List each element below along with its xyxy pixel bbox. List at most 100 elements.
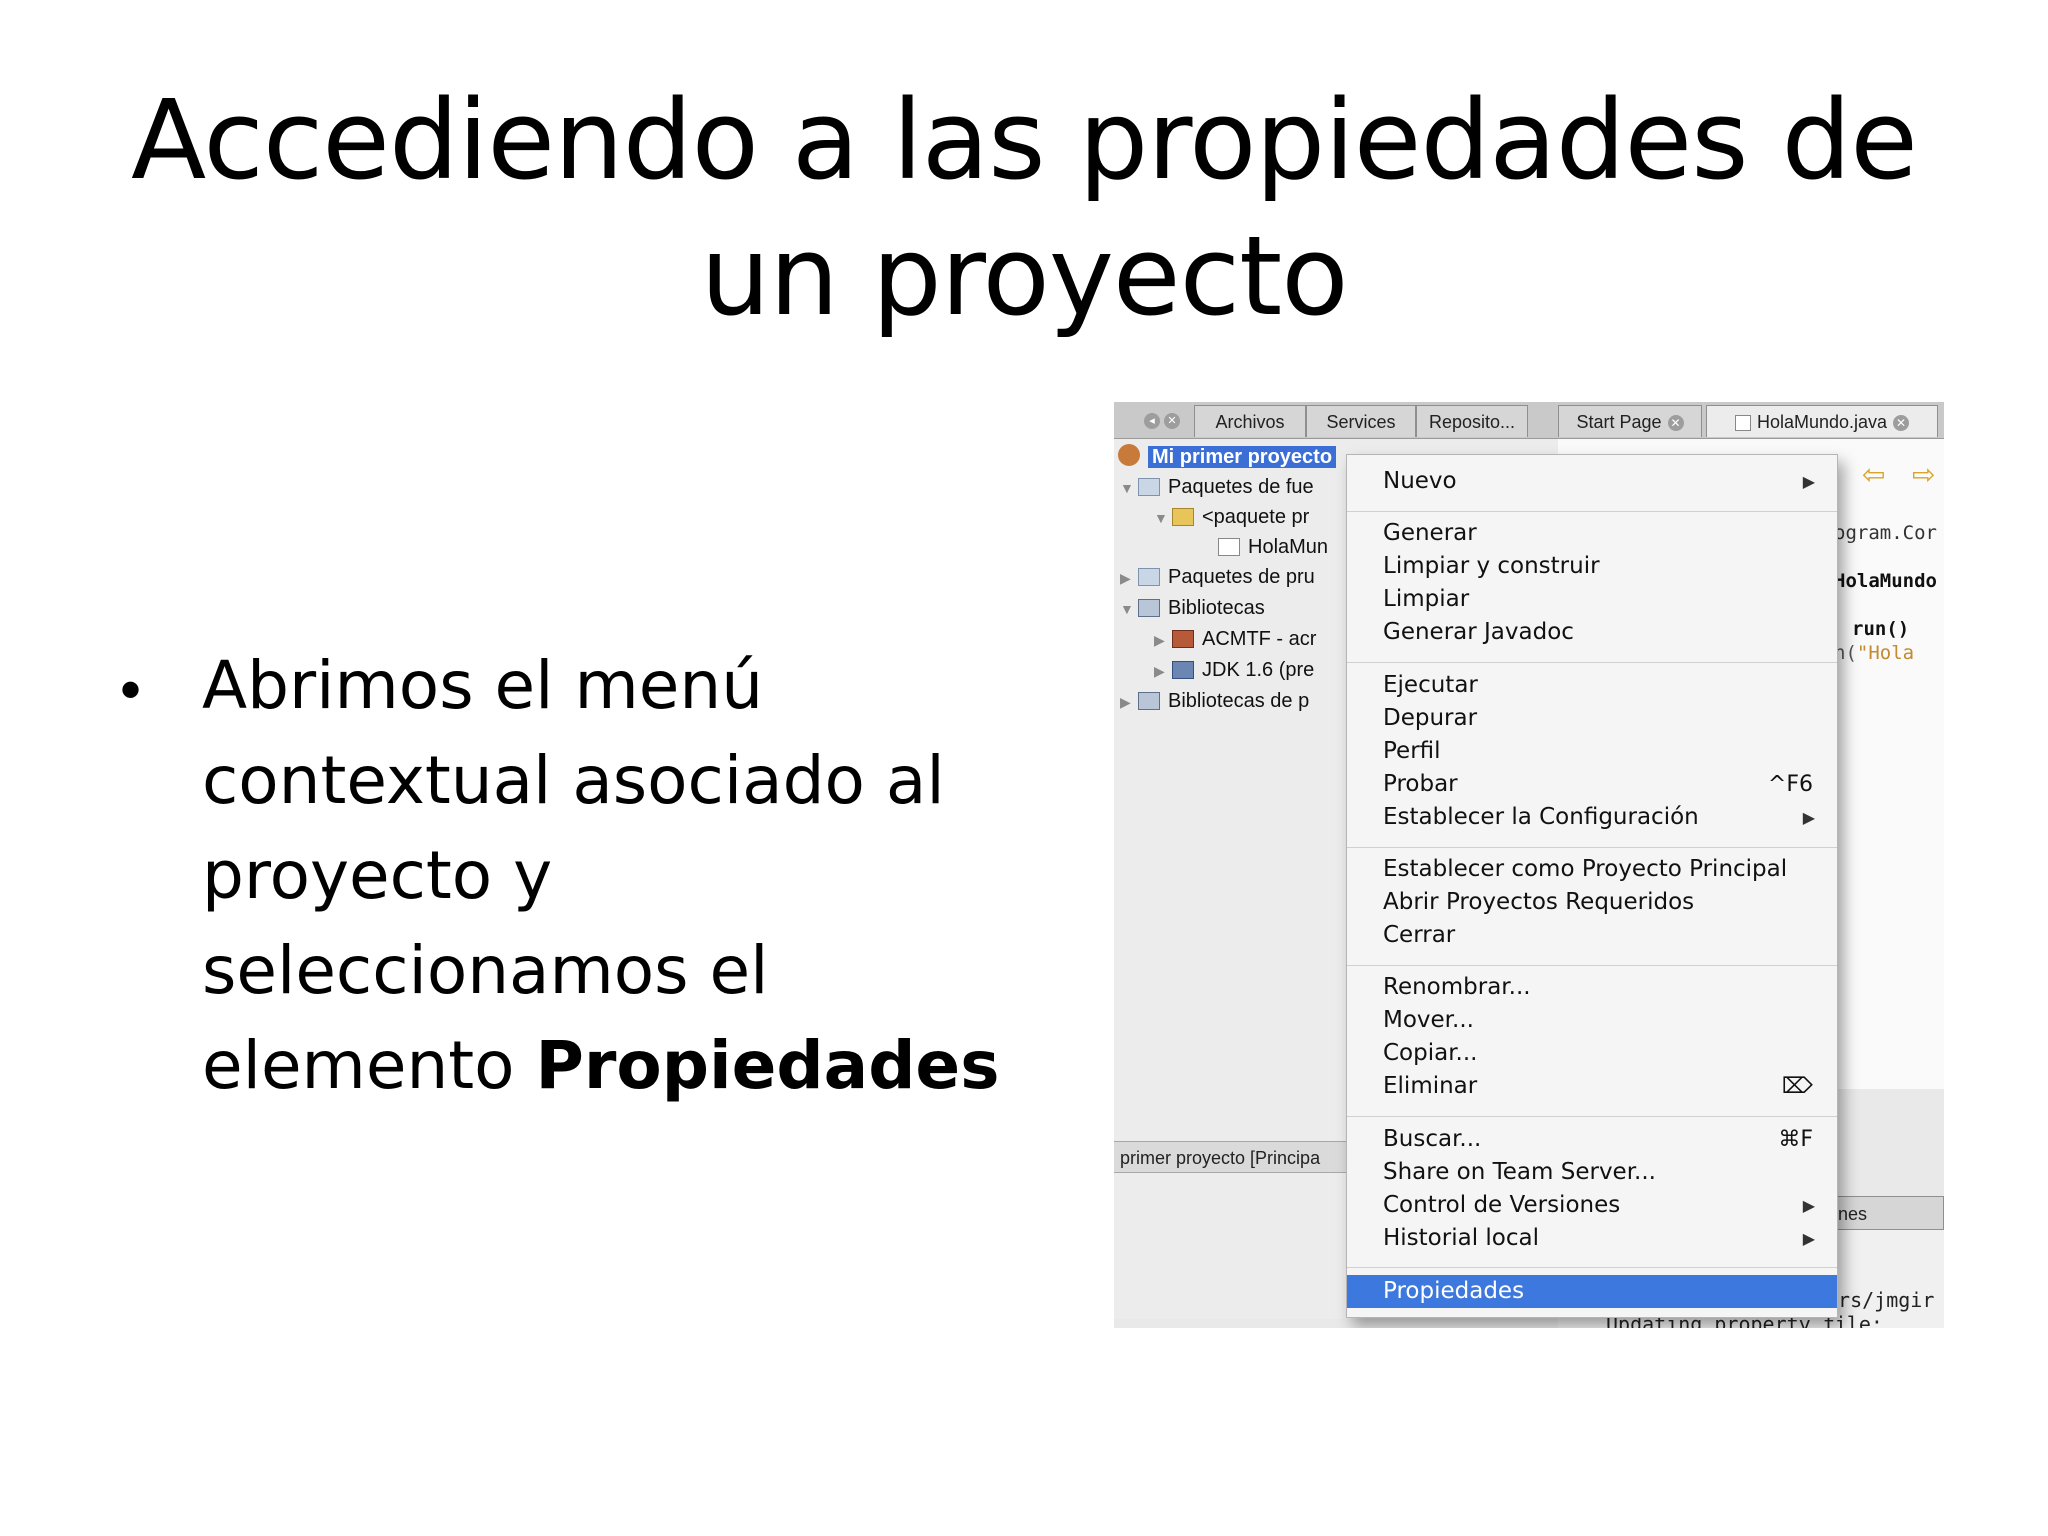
library-icon — [1138, 692, 1160, 710]
slide-title: Accediendo a las propiedades de un proye… — [131, 76, 1918, 340]
package-icon — [1172, 508, 1194, 526]
java-file-icon — [1734, 415, 1751, 431]
tree-item-label: Bibliotecas — [1168, 597, 1265, 619]
code-line: HolaMundo — [1834, 570, 1937, 592]
menu-item-label: Buscar... — [1383, 1126, 1482, 1152]
collapsed-arrow-icon[interactable]: ▶ — [1154, 626, 1172, 654]
code-text: HolaMundo — [1834, 570, 1937, 592]
menu-item-ejecutar[interactable]: Ejecutar — [1347, 669, 1837, 702]
tree-item-libraries[interactable]: ▼ Bibliotecas — [1120, 594, 1265, 622]
menu-item-nuevo[interactable]: Nuevo ▶ — [1347, 465, 1837, 498]
tab-close-icon[interactable]: ✕ — [1164, 413, 1180, 429]
tree-item-label: Mi primer proyecto — [1148, 446, 1337, 468]
tree-item-source-packages[interactable]: ▼ Paquetes de fue — [1120, 473, 1314, 501]
menu-item-buscar[interactable]: Buscar... ⌘F — [1347, 1123, 1837, 1156]
submenu-arrow-icon: ▶ — [1802, 1196, 1815, 1215]
tree-item-test-packages[interactable]: ▶ Paquetes de pru — [1120, 563, 1315, 591]
menu-item-generar[interactable]: Generar — [1347, 517, 1837, 550]
menu-item-label: Eliminar — [1383, 1073, 1478, 1099]
tab-start-page-label: Start Page — [1576, 412, 1662, 432]
menu-separator — [1347, 847, 1837, 848]
tab-start-page[interactable]: Start Page ✕ — [1558, 405, 1702, 437]
tree-item-project[interactable]: Mi primer proyecto — [1118, 443, 1337, 471]
menu-item-control-versiones[interactable]: Control de Versiones ▶ — [1347, 1189, 1837, 1222]
submenu-arrow-icon: ▶ — [1802, 808, 1815, 827]
bullet-dot-icon: • — [120, 656, 142, 723]
menu-item-configuracion[interactable]: Establecer la Configuración ▶ — [1347, 801, 1837, 834]
folder-icon — [1138, 568, 1160, 586]
menu-separator — [1347, 965, 1837, 966]
context-menu: Nuevo ▶ Generar Limpiar y construir Limpi… — [1346, 454, 1838, 1318]
code-line: n("Hola — [1834, 642, 1914, 664]
menu-separator — [1347, 1116, 1837, 1117]
output-line: ers/jmgir — [1826, 1288, 1935, 1312]
tab-holamundo-label: HolaMundo.java — [1756, 412, 1888, 432]
tab-repository[interactable]: Reposito... — [1416, 405, 1528, 437]
menu-item-mover[interactable]: Mover... — [1347, 1004, 1837, 1037]
tab-scroll-icon[interactable]: ◂ — [1144, 413, 1160, 429]
collapsed-arrow-icon[interactable]: ▶ — [1154, 657, 1172, 685]
code-text: ogram.Cor — [1834, 522, 1937, 544]
tree-item-jdk[interactable]: ▶ JDK 1.6 (pre — [1154, 656, 1314, 684]
menu-item-share[interactable]: Share on Team Server... — [1347, 1156, 1837, 1189]
tree-item-acmtf[interactable]: ▶ ACMTF - acr — [1154, 625, 1316, 653]
tree-item-label: JDK 1.6 (pre — [1202, 659, 1315, 681]
menu-item-label: Control de Versiones — [1383, 1192, 1621, 1218]
menu-item-propiedades[interactable]: Propiedades — [1347, 1275, 1837, 1308]
menu-item-perfil[interactable]: Perfil — [1347, 735, 1837, 768]
java-project-icon — [1118, 444, 1140, 466]
expanded-arrow-icon[interactable]: ▼ — [1120, 474, 1138, 502]
menu-item-label: Establecer la Configuración — [1383, 804, 1699, 830]
menu-item-limpiar[interactable]: Limpiar — [1347, 583, 1837, 616]
menu-item-limpiar-construir[interactable]: Limpiar y construir — [1347, 550, 1837, 583]
next-icon[interactable]: ⇨ — [1912, 458, 1935, 491]
code-line: ogram.Cor — [1834, 522, 1937, 544]
tree-item-holamundo[interactable]: HolaMun — [1218, 533, 1328, 561]
menu-separator — [1347, 662, 1837, 663]
tab-services[interactable]: Services — [1306, 405, 1416, 437]
menu-item-shortcut: ^F6 — [1767, 772, 1813, 797]
menu-item-label: Historial local — [1383, 1225, 1539, 1251]
collapsed-arrow-icon[interactable]: ▶ — [1120, 564, 1138, 592]
menu-item-depurar[interactable]: Depurar — [1347, 702, 1837, 735]
jdk-icon — [1172, 661, 1194, 679]
menu-item-abrir-requeridos[interactable]: Abrir Proyectos Requeridos — [1347, 886, 1837, 919]
close-icon[interactable]: ✕ — [1667, 415, 1684, 432]
menu-item-javadoc[interactable]: Generar Javadoc — [1347, 616, 1837, 649]
delete-icon: ⌦ — [1781, 1074, 1813, 1099]
menu-item-label: Probar — [1383, 771, 1458, 797]
tree-item-label: ACMTF - acr — [1202, 628, 1317, 650]
close-icon[interactable]: ✕ — [1893, 415, 1910, 432]
expanded-arrow-icon[interactable]: ▼ — [1120, 595, 1138, 623]
tree-item-default-package[interactable]: ▼ <paquete pr — [1154, 503, 1309, 531]
java-file-icon — [1218, 538, 1240, 556]
bullet-text-bold: Propiedades — [535, 1027, 1000, 1104]
menu-separator — [1347, 511, 1837, 512]
menu-item-proyecto-principal[interactable]: Establecer como Proyecto Principal — [1347, 853, 1837, 886]
tree-item-label: HolaMun — [1248, 536, 1329, 558]
tree-item-label: <paquete pr — [1202, 506, 1310, 528]
tree-item-test-libraries[interactable]: ▶ Bibliotecas de p — [1120, 687, 1309, 715]
code-line: run() — [1852, 618, 1909, 640]
menu-item-copiar[interactable]: Copiar... — [1347, 1037, 1837, 1070]
tree-item-label: Paquetes de pru — [1168, 566, 1315, 588]
submenu-arrow-icon: ▶ — [1802, 472, 1815, 491]
tree-item-label: Paquetes de fue — [1168, 476, 1314, 498]
menu-item-shortcut: ⌘F — [1778, 1127, 1813, 1152]
submenu-arrow-icon: ▶ — [1802, 1229, 1815, 1248]
menu-item-eliminar[interactable]: Eliminar ⌦ — [1347, 1070, 1837, 1103]
menu-item-cerrar[interactable]: Cerrar — [1347, 919, 1837, 952]
tab-holamundo[interactable]: HolaMundo.java ✕ — [1706, 405, 1938, 437]
library-icon — [1138, 599, 1160, 617]
tree-item-label: Bibliotecas de p — [1168, 690, 1310, 712]
menu-item-probar[interactable]: Probar ^F6 — [1347, 768, 1837, 801]
collapsed-arrow-icon[interactable]: ▶ — [1120, 688, 1138, 716]
tab-bar: ◂ ✕ Archivos Services Reposito... Start … — [1114, 402, 1944, 439]
jar-icon — [1172, 630, 1194, 648]
tab-archivos[interactable]: Archivos — [1194, 405, 1306, 437]
menu-item-historial[interactable]: Historial local ▶ — [1347, 1222, 1837, 1255]
expanded-arrow-icon[interactable]: ▼ — [1154, 504, 1172, 532]
menu-item-renombrar[interactable]: Renombrar... — [1347, 971, 1837, 1004]
code-text: run() — [1852, 618, 1910, 640]
prev-icon[interactable]: ⇦ — [1862, 458, 1885, 491]
